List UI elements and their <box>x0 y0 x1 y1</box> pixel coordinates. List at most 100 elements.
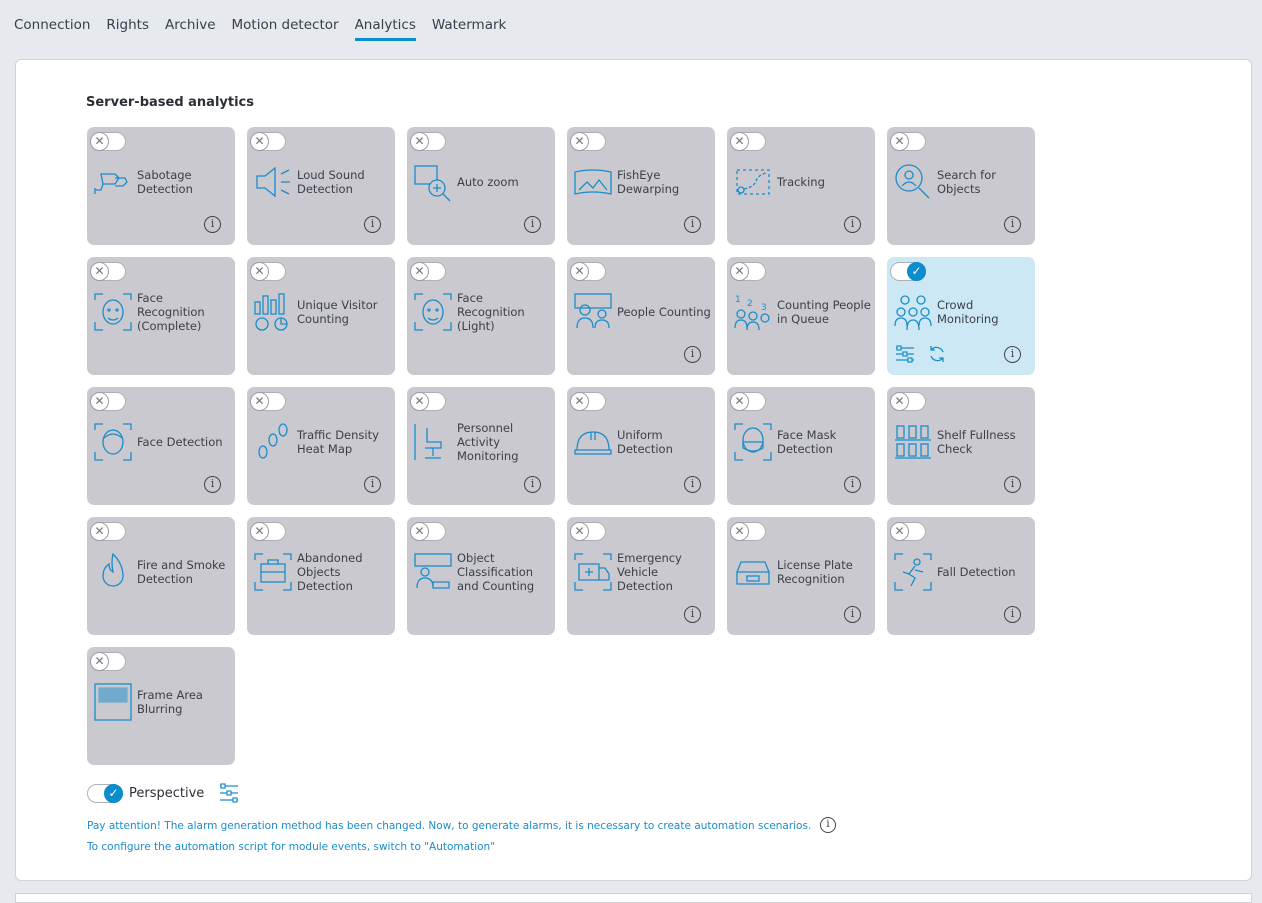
info-icon[interactable]: i <box>524 216 541 233</box>
module-label: Frame Area Blurring <box>137 688 203 716</box>
info-icon[interactable]: i <box>684 216 701 233</box>
settings-sliders-icon[interactable] <box>218 782 240 804</box>
module-toggle[interactable]: ✕ <box>410 262 446 281</box>
module-toggle[interactable]: ✕ <box>250 522 286 541</box>
module-toggle[interactable]: ✕ <box>90 132 126 151</box>
info-icon[interactable]: i <box>844 476 861 493</box>
module-toggle[interactable]: ✕ <box>570 132 606 151</box>
car-plate-icon <box>736 561 770 585</box>
info-icon[interactable]: i <box>684 476 701 493</box>
x-icon: ✕ <box>410 392 429 411</box>
sabotage-camera-icon <box>94 173 128 194</box>
module-toggle[interactable]: ✕ <box>890 522 926 541</box>
auto-zoom-icon <box>414 165 451 202</box>
module-tile-frame-area-blurring[interactable]: ✕ Frame Area Blurring <box>87 647 235 765</box>
info-icon[interactable]: i <box>1004 476 1021 493</box>
info-icon[interactable]: i <box>844 606 861 623</box>
automation-link[interactable]: To configure the automation script for m… <box>87 841 495 853</box>
tab-rights[interactable]: Rights <box>106 17 149 41</box>
module-label: Face Recognition (Complete) <box>137 291 205 333</box>
module-tile-face-mask-detection[interactable]: ✕ Face Mask Detection i <box>727 387 875 505</box>
module-tile-traffic-density-heat-map[interactable]: ✕ Traffic Density Heat Map i <box>247 387 395 505</box>
module-tile-crowd-monitoring[interactable]: ✓ Crowd Monitoring i <box>887 257 1035 375</box>
tab-connection[interactable]: Connection <box>14 17 90 41</box>
info-icon[interactable]: i <box>820 817 836 833</box>
module-tile-object-classification-and-counting[interactable]: ✕ Object Classification and Counting <box>407 517 555 635</box>
info-icon[interactable]: i <box>204 216 221 233</box>
module-tile-abandoned-objects-detection[interactable]: ✕ Abandoned Objects Detection <box>247 517 395 635</box>
module-tile-emergency-vehicle-detection[interactable]: ✕ Emergency Vehicle Detection i <box>567 517 715 635</box>
module-toggle[interactable]: ✕ <box>410 522 446 541</box>
module-toggle[interactable]: ✕ <box>730 132 766 151</box>
tab-motion-detector[interactable]: Motion detector <box>232 17 339 41</box>
tab-analytics[interactable]: Analytics <box>354 17 417 41</box>
module-toggle[interactable]: ✕ <box>890 392 926 411</box>
module-tile-face-detection[interactable]: ✕ Face Detection i <box>87 387 235 505</box>
footprints-icon <box>258 423 288 459</box>
module-tile-tracking[interactable]: ✕ Tracking i <box>727 127 875 245</box>
module-tile-search-for-objects[interactable]: ✕ Search for Objects i <box>887 127 1035 245</box>
module-toggle[interactable]: ✕ <box>90 652 126 671</box>
info-icon[interactable]: i <box>1004 606 1021 623</box>
module-tile-license-plate-recognition[interactable]: ✕ License Plate Recognition i <box>727 517 875 635</box>
module-label: Fire and Smoke Detection <box>137 558 226 586</box>
module-tile-sabotage-detection[interactable]: ✕ Sabotage Detection i <box>87 127 235 245</box>
info-icon[interactable]: i <box>364 216 381 233</box>
x-icon: ✕ <box>730 262 749 281</box>
module-toggle[interactable]: ✕ <box>570 262 606 281</box>
module-toggle[interactable]: ✕ <box>250 132 286 151</box>
module-tile-shelf-fullness-check[interactable]: ✕ Shelf Fullness Check i <box>887 387 1035 505</box>
module-toggle[interactable]: ✕ <box>570 392 606 411</box>
module-tile-fisheye-dewarping[interactable]: ✕ FishEye Dewarping i <box>567 127 715 245</box>
x-icon: ✕ <box>90 522 109 541</box>
x-icon: ✕ <box>90 132 109 151</box>
fisheye-icon <box>574 169 612 195</box>
module-tile-personnel-activity-monitoring[interactable]: ✕ Personnel Activity Monitoring i <box>407 387 555 505</box>
info-icon[interactable]: i <box>844 216 861 233</box>
module-tile-auto-zoom[interactable]: ✕ Auto zoom i <box>407 127 555 245</box>
module-tile-fall-detection[interactable]: ✕ Fall Detection i <box>887 517 1035 635</box>
module-label: Abandoned Objects Detection <box>297 551 363 593</box>
module-toggle[interactable]: ✕ <box>730 522 766 541</box>
tracking-icon <box>736 169 770 195</box>
module-tile-loud-sound-detection[interactable]: ✕ Loud Sound Detection i <box>247 127 395 245</box>
module-toggle[interactable]: ✕ <box>730 262 766 281</box>
module-toggle[interactable]: ✕ <box>410 392 446 411</box>
info-icon[interactable]: i <box>1004 216 1021 233</box>
info-icon[interactable]: i <box>1004 346 1021 363</box>
module-tile-people-counting[interactable]: ✕ People Counting i <box>567 257 715 375</box>
module-tile-face-recognition-light[interactable]: ✕ Face Recognition (Light) <box>407 257 555 375</box>
svg-text:3: 3 <box>761 303 767 313</box>
fall-icon <box>894 553 932 591</box>
unique-visitor-icon <box>254 293 288 331</box>
x-icon: ✕ <box>90 262 109 281</box>
info-icon[interactable]: i <box>684 606 701 623</box>
module-tile-uniform-detection[interactable]: ✕ Uniform Detection i <box>567 387 715 505</box>
perspective-toggle[interactable]: ✓ <box>87 783 123 803</box>
info-icon[interactable]: i <box>204 476 221 493</box>
module-toggle[interactable]: ✕ <box>90 392 126 411</box>
tab-archive[interactable]: Archive <box>165 17 216 41</box>
module-toggle[interactable]: ✕ <box>570 522 606 541</box>
module-tile-face-recognition-complete[interactable]: ✕ Face Recognition (Complete) <box>87 257 235 375</box>
x-icon: ✕ <box>90 392 109 411</box>
module-tile-unique-visitor-counting[interactable]: ✕ Unique Visitor Counting <box>247 257 395 375</box>
module-toggle[interactable]: ✕ <box>890 132 926 151</box>
x-icon: ✕ <box>730 522 749 541</box>
info-icon[interactable]: i <box>364 476 381 493</box>
module-toggle[interactable]: ✕ <box>410 132 446 151</box>
x-icon: ✕ <box>570 262 589 281</box>
module-toggle[interactable]: ✕ <box>250 392 286 411</box>
refresh-icon[interactable] <box>927 344 947 364</box>
module-toggle[interactable]: ✕ <box>250 262 286 281</box>
module-tile-fire-and-smoke-detection[interactable]: ✕ Fire and Smoke Detection <box>87 517 235 635</box>
tab-watermark[interactable]: Watermark <box>432 17 506 41</box>
info-icon[interactable]: i <box>524 476 541 493</box>
info-icon[interactable]: i <box>684 346 701 363</box>
module-tile-counting-people-in-queue[interactable]: ✕ 123 Counting People in Queue <box>727 257 875 375</box>
module-toggle[interactable]: ✕ <box>90 262 126 281</box>
module-toggle[interactable]: ✕ <box>730 392 766 411</box>
settings-sliders-icon[interactable] <box>895 344 915 364</box>
module-toggle[interactable]: ✓ <box>890 262 926 281</box>
module-toggle[interactable]: ✕ <box>90 522 126 541</box>
